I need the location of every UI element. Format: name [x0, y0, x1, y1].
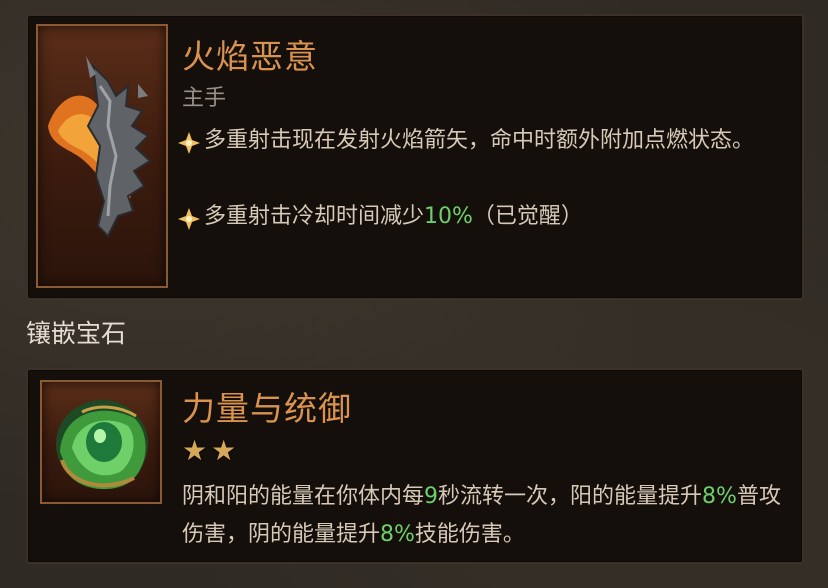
gem-name: 力量与统御 [182, 389, 352, 428]
item-tooltip-panel: 火焰恶意 主手 多重射击现在发射火焰箭矢，命中时额外附加点燃状态。 多重射击冷却… [26, 14, 804, 300]
item-icon-frame[interactable] [36, 24, 168, 288]
desc-value: 8% [702, 484, 737, 509]
green-helmet-gem-icon [56, 400, 148, 490]
flame-weapon-icon [48, 56, 152, 238]
gem-description: 阴和阳的能量在你体内每9秒流转一次，阳的能量提升8%普攻伤害，阴的能量提升8%技… [182, 478, 782, 554]
desc-text: 技能伤害。 [414, 522, 525, 547]
star-icon: ★ [182, 434, 208, 467]
affix-text-suffix: （已觉醒） [472, 204, 583, 229]
affix-row: 多重射击冷却时间减少10%（已觉醒） [178, 198, 788, 236]
gem-rank-stars: ★ ★ [182, 434, 236, 467]
item-slot-label: 主手 [182, 86, 227, 111]
affix-highlight-value: 10% [424, 204, 473, 229]
affix-text: 多重射击现在发射火焰箭矢，命中时额外附加点燃状态。 [204, 128, 755, 153]
affix-text: 多重射击冷却时间减少10%（已觉醒） [204, 198, 788, 236]
diamond-bullet-icon [178, 122, 204, 160]
desc-value: 8% [380, 522, 415, 547]
socketed-gems-header: 镶嵌宝石 [26, 319, 127, 348]
star-icon: ★ [211, 434, 237, 467]
diamond-bullet-icon [178, 198, 204, 236]
desc-text: 秒流转一次，阳的能量提升 [438, 484, 703, 509]
gem-icon-frame[interactable] [40, 380, 162, 504]
desc-text: 阴和阳的能量在你体内每 [182, 484, 425, 509]
gem-panel: 力量与统御 ★ ★ 阴和阳的能量在你体内每9秒流转一次，阳的能量提升8%普攻伤害… [26, 368, 804, 564]
affix-text-prefix: 多重射击冷却时间减少 [204, 204, 425, 229]
desc-value: 9 [424, 484, 439, 509]
item-name: 火焰恶意 [182, 37, 318, 76]
affix-row: 多重射击现在发射火焰箭矢，命中时额外附加点燃状态。 [178, 122, 788, 160]
